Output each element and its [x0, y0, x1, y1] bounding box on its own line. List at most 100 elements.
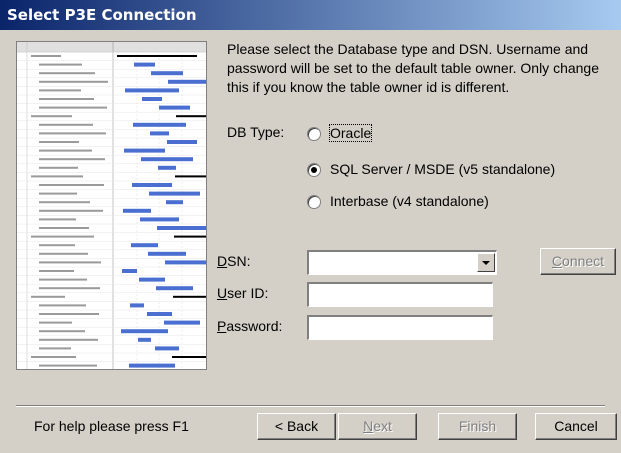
- help-text: For help please press F1: [34, 418, 189, 434]
- window-title: Select P3E Connection: [7, 6, 197, 24]
- radio-interbase-label[interactable]: Interbase (v4 standalone): [330, 193, 489, 209]
- gantt-bar: [158, 165, 176, 170]
- gantt-bar: [122, 269, 137, 273]
- gantt-bar: [130, 303, 144, 308]
- finish-button[interactable]: Finish: [438, 413, 517, 440]
- gantt-bar: [167, 140, 197, 144]
- gantt-row-text: [39, 304, 86, 307]
- gantt-bar: [165, 260, 206, 265]
- gantt-row-text: [39, 364, 97, 367]
- gantt-row-text: [39, 330, 85, 333]
- gantt-bar: [156, 286, 193, 291]
- gantt-row-text: [39, 270, 74, 272]
- gantt-row-text: [39, 132, 106, 135]
- gantt-bar: [148, 251, 186, 256]
- gantt-row-text: [31, 356, 76, 358]
- gantt-bar: [142, 97, 162, 101]
- gantt-row-text: [39, 192, 77, 195]
- gantt-row-text: [39, 89, 81, 92]
- gantt-row-text: [39, 201, 90, 204]
- connect-button[interactable]: Connect: [540, 248, 616, 275]
- cancel-button[interactable]: Cancel: [535, 413, 617, 440]
- radio-selected-dot: [311, 167, 317, 173]
- gantt-row-text: [39, 166, 78, 169]
- gantt-row-text: [31, 175, 83, 178]
- gantt-row-text: [39, 158, 105, 161]
- gantt-bar: [176, 115, 206, 118]
- gantt-row-text: [39, 209, 103, 212]
- gantt-bar: [138, 337, 151, 342]
- gantt-bar: [140, 217, 179, 222]
- next-button[interactable]: Next: [338, 413, 417, 440]
- gantt-bar: [131, 243, 158, 248]
- gantt-bar: [141, 157, 193, 162]
- gantt-bar: [133, 122, 186, 127]
- gantt-bar: [157, 226, 206, 230]
- gantt-row-text: [39, 338, 98, 341]
- gantt-row-text: [39, 63, 82, 66]
- gantt-row-text: [39, 313, 99, 315]
- gantt-row-text: [39, 252, 88, 255]
- password-label: Password:: [217, 318, 283, 334]
- gantt-row-text: [39, 123, 93, 126]
- gantt-row-text: [39, 261, 101, 264]
- gantt-bar: [173, 295, 206, 298]
- gantt-bar: [149, 191, 200, 196]
- gantt-row-text: [39, 287, 100, 290]
- gantt-bar: [125, 88, 179, 93]
- gantt-row-text: [39, 80, 108, 83]
- gantt-bar: [166, 200, 183, 205]
- radio-oracle-label[interactable]: Oracle: [328, 124, 373, 142]
- gantt-row-text: [39, 278, 87, 281]
- gantt-row-text: [39, 149, 92, 152]
- user-id-field[interactable]: [307, 282, 493, 307]
- gantt-bar: [174, 235, 206, 238]
- gantt-bar: [168, 79, 206, 84]
- gantt-bar: [147, 312, 172, 316]
- gantt-row-text: [31, 235, 94, 238]
- gantt-bar: [175, 175, 206, 178]
- gantt-row-text: [39, 72, 95, 75]
- gantt-row-text: [39, 227, 89, 229]
- gantt-bar: [132, 183, 172, 187]
- gantt-row-text: [31, 295, 65, 298]
- gantt-row-text: [39, 106, 107, 109]
- db-type-label: DB Type:: [227, 124, 285, 140]
- gantt-bar: [134, 62, 155, 67]
- intro-text: Please select the Database type and DSN.…: [227, 41, 599, 95]
- radio-sql-server-label[interactable]: SQL Server / MSDE (v5 standalone): [330, 161, 555, 177]
- gantt-row-text: [39, 141, 79, 143]
- gantt-row-text: [31, 115, 72, 118]
- gantt-preview-image: [16, 41, 207, 370]
- gantt-row-text: [39, 244, 75, 247]
- dsn-label: DSN:: [217, 253, 251, 269]
- radio-sql-server[interactable]: [307, 163, 321, 177]
- chevron-down-icon[interactable]: [477, 253, 495, 272]
- radio-interbase[interactable]: [307, 195, 321, 209]
- gantt-bar: [150, 131, 169, 136]
- gantt-bar: [151, 71, 183, 76]
- gantt-bar: [123, 208, 151, 213]
- gantt-bar: [159, 105, 190, 110]
- gantt-row-text: [31, 55, 61, 57]
- gantt-bar: [121, 329, 168, 334]
- gantt-row-text: [39, 321, 72, 324]
- back-button[interactable]: < Back: [257, 413, 336, 440]
- gantt-bar: [139, 277, 165, 282]
- title-bar: Select P3E Connection: [0, 0, 621, 30]
- gantt-row-text: [39, 98, 94, 100]
- gantt-bar: [155, 346, 179, 351]
- gantt-bar: [172, 356, 206, 358]
- gantt-row-text: [39, 218, 76, 221]
- gantt-bar: [117, 55, 197, 57]
- radio-oracle[interactable]: [307, 127, 321, 141]
- footer-divider: [16, 405, 605, 407]
- gantt-bar: [124, 148, 165, 153]
- user-id-label: User ID:: [217, 285, 269, 301]
- dsn-select[interactable]: [307, 250, 497, 275]
- gantt-row-text: [39, 347, 71, 350]
- gantt-bar: [164, 320, 200, 325]
- gantt-bar: [129, 363, 175, 368]
- password-field[interactable]: [307, 315, 493, 340]
- gantt-row-text: [39, 184, 104, 186]
